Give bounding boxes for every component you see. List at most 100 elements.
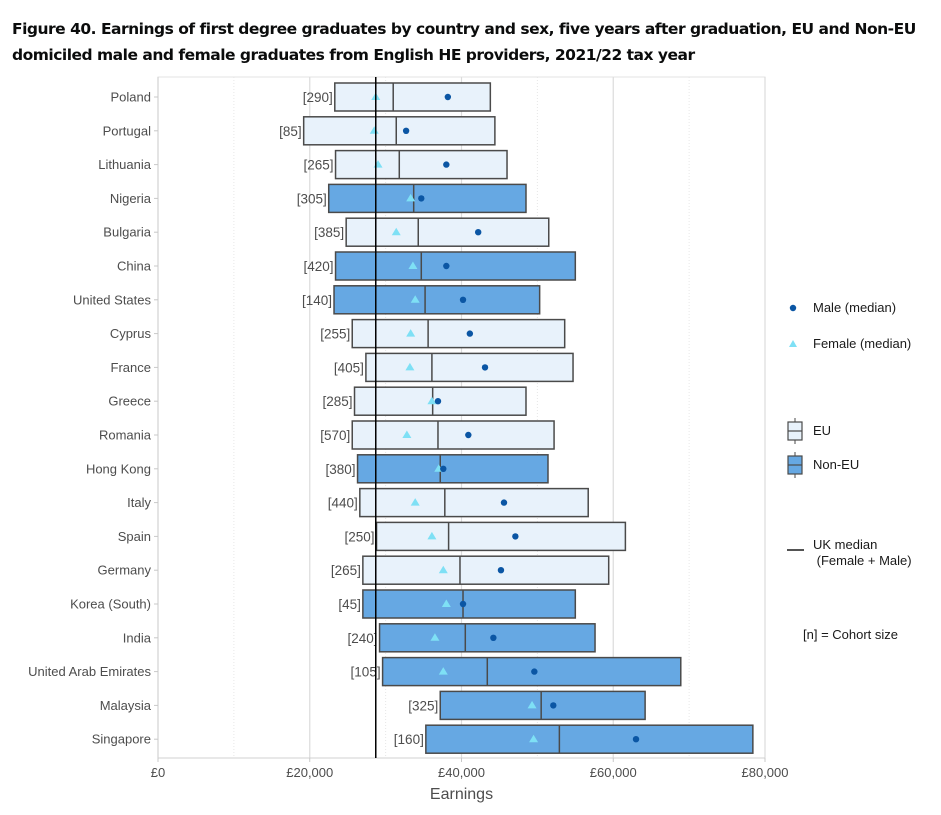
cohort-size-label: [305] bbox=[297, 191, 327, 206]
male-median-marker bbox=[550, 702, 557, 709]
cohort-size-label: [250] bbox=[344, 529, 374, 544]
x-tick-label: £40,000 bbox=[438, 765, 485, 780]
y-tick-label: India bbox=[123, 630, 152, 645]
legend-item-eu: EU bbox=[786, 418, 831, 444]
box-non-eu bbox=[327, 183, 527, 214]
cohort-size-label: [240] bbox=[348, 631, 378, 646]
box-eu bbox=[365, 352, 574, 383]
x-tick-label: £0 bbox=[151, 765, 165, 780]
x-tick-label: £80,000 bbox=[742, 765, 789, 780]
box-eu bbox=[362, 555, 610, 585]
cohort-size-label: [380] bbox=[326, 462, 356, 477]
y-tick-label: France bbox=[111, 360, 151, 375]
box-eu bbox=[334, 82, 492, 112]
male-median-marker bbox=[459, 600, 467, 608]
male-median-marker bbox=[512, 533, 519, 540]
legend-item-cohort: [n] = Cohort size bbox=[803, 627, 898, 643]
cohort-size-label: [45] bbox=[338, 597, 361, 612]
cohort-size-label: [385] bbox=[314, 225, 344, 240]
legend-label-eu: EU bbox=[813, 423, 832, 438]
legend-item-female: Female (median) bbox=[786, 336, 911, 352]
y-tick-label: Portugal bbox=[103, 123, 152, 138]
legend-label-female: Female (median) bbox=[813, 336, 912, 351]
x-axis-title: Earnings bbox=[430, 786, 493, 803]
cohort-size-label: [160] bbox=[394, 732, 424, 747]
male-median-marker bbox=[443, 161, 450, 168]
y-tick-label: Bulgaria bbox=[103, 225, 151, 240]
y-tick-label: Cyprus bbox=[110, 326, 152, 341]
y-tick-label: Hong Kong bbox=[86, 461, 151, 476]
legend-item-non-eu: Non-EU bbox=[786, 452, 859, 478]
cohort-size-label: [440] bbox=[328, 496, 358, 511]
box-eu bbox=[334, 149, 508, 180]
box-eu bbox=[359, 487, 589, 518]
y-tick-label: Spain bbox=[118, 529, 151, 544]
y-tick-label: Italy bbox=[127, 495, 151, 510]
male-median-marker bbox=[402, 127, 410, 134]
box-eu bbox=[351, 420, 555, 450]
male-median-marker bbox=[443, 262, 450, 270]
male-median-marker bbox=[440, 465, 447, 472]
male-median-marker bbox=[490, 634, 497, 641]
y-tick-label: Korea (South) bbox=[70, 597, 151, 612]
y-tick-label: Poland bbox=[111, 90, 151, 105]
y-tick-label: Romania bbox=[99, 428, 152, 443]
x-tick-label: £20,000 bbox=[286, 765, 333, 780]
box-non-eu bbox=[425, 724, 754, 754]
legend-item-male: Male (median) bbox=[786, 300, 896, 316]
y-tick-label: Malaysia bbox=[100, 698, 152, 713]
male-median-marker bbox=[444, 93, 452, 101]
legend-label-male: Male (median) bbox=[813, 300, 897, 315]
cohort-size-label: [405] bbox=[334, 360, 364, 375]
eu-box-icon bbox=[787, 418, 803, 444]
boxes: [290] [85] [265] [305] [385] [420] [140] [255] [… bbox=[279, 82, 754, 754]
male-median-marker bbox=[497, 567, 505, 574]
legend-label-cohort: [n] = Cohort size bbox=[803, 627, 899, 642]
y-tick-label: Greece bbox=[108, 394, 151, 409]
female-triangle-icon bbox=[789, 340, 797, 347]
y-tick-label: Lithuania bbox=[98, 157, 152, 172]
legend-label-uk-median: UK median bbox=[813, 537, 878, 552]
cohort-size-label: [85] bbox=[279, 124, 302, 139]
male-median-marker bbox=[465, 431, 472, 439]
y-tick-label: Nigeria bbox=[110, 191, 152, 206]
y-tick-label: United Arab Emirates bbox=[28, 664, 151, 679]
male-median-marker bbox=[434, 398, 442, 405]
uk-median-line-icon bbox=[787, 549, 804, 551]
cohort-size-label: [265] bbox=[331, 563, 361, 578]
male-median-marker bbox=[459, 296, 467, 303]
cohort-size-label: [255] bbox=[320, 327, 350, 342]
box-eu bbox=[375, 521, 627, 552]
box-non-eu bbox=[439, 690, 646, 721]
cohort-size-label: [290] bbox=[303, 90, 333, 105]
y-tick-label: Singapore bbox=[92, 732, 151, 747]
box-eu bbox=[302, 116, 496, 146]
male-dot-icon bbox=[789, 304, 797, 312]
cohort-size-label: [285] bbox=[322, 394, 352, 409]
male-median-marker bbox=[474, 229, 482, 236]
legend-label-uk-median-sub: (Female + Male) bbox=[813, 553, 912, 568]
male-median-marker bbox=[466, 330, 474, 337]
box-eu bbox=[345, 217, 550, 247]
male-median-marker bbox=[418, 195, 425, 202]
y-tick-label: Germany bbox=[98, 563, 152, 578]
cohort-size-label: [420] bbox=[304, 259, 334, 274]
box-non-eu bbox=[334, 251, 577, 281]
cohort-size-label: [325] bbox=[408, 698, 438, 713]
earnings-boxplot-chart: £0 £20,000 £40,000 £60,000 £80,000 Poland Port… bbox=[28, 76, 789, 803]
x-tick-label: £60,000 bbox=[590, 765, 637, 780]
legend-label-non-eu: Non-EU bbox=[813, 457, 860, 472]
male-median-marker bbox=[632, 736, 640, 743]
male-median-marker bbox=[531, 668, 538, 675]
cohort-size-label: [265] bbox=[304, 158, 334, 173]
legend-item-uk-median: UK median (Female + Male) bbox=[786, 537, 912, 569]
box-non-eu bbox=[362, 589, 577, 619]
box-non-eu bbox=[333, 285, 541, 315]
male-median-marker bbox=[500, 499, 508, 506]
box-eu bbox=[351, 318, 566, 349]
non-eu-box-icon bbox=[787, 452, 803, 478]
box-non-eu bbox=[356, 454, 549, 484]
cohort-size-label: [570] bbox=[320, 428, 350, 443]
y-tick-label: United States bbox=[73, 292, 152, 307]
y-tick-label: China bbox=[117, 259, 152, 274]
